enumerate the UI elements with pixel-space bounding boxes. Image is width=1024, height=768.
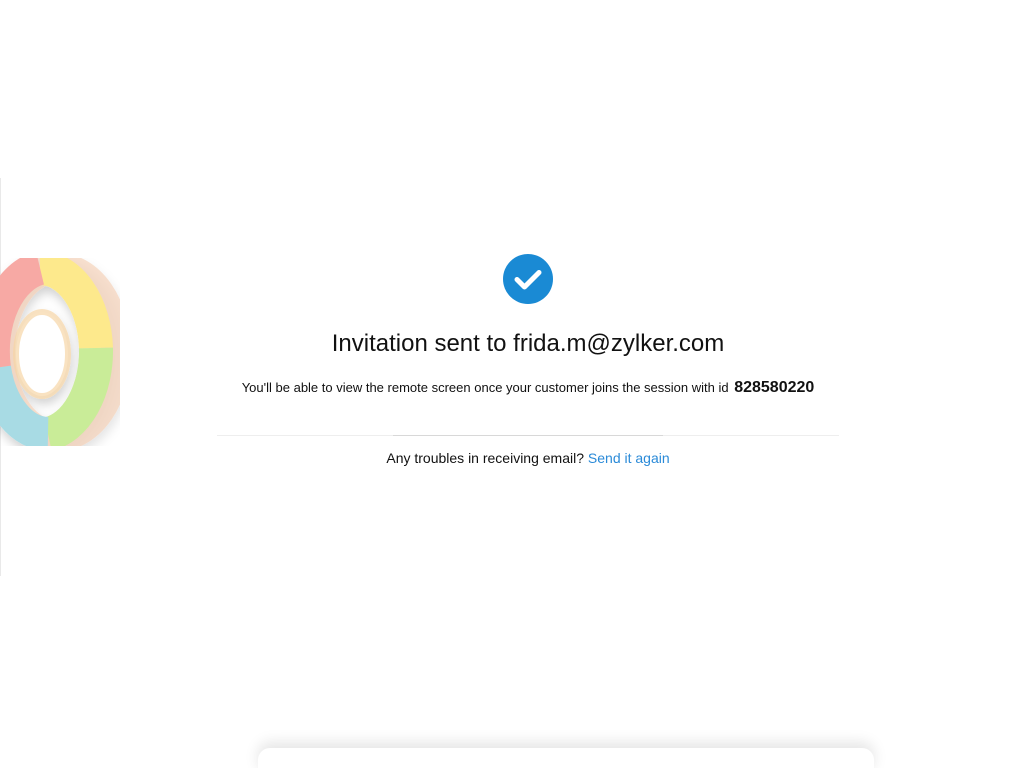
invitation-title: Invitation sent to frida.m@zylker.com [331,330,725,357]
resend-row: Any troubles in receiving email? Send it… [0,449,1024,467]
resend-prompt: Any troubles in receiving email? [386,450,585,466]
send-again-link[interactable]: Send it again [588,450,670,466]
invitation-sent-page: Invitation sent to frida.m@zylker.com Yo… [0,0,1024,768]
session-id: 828580220 [734,379,815,396]
bottom-panel-edge [258,748,874,768]
invitation-panel: Invitation sent to frida.m@zylker.com Yo… [0,254,1024,398]
check-circle-icon [503,254,553,304]
invitation-subtitle: You'll be able to view the remote screen… [0,378,1024,398]
divider-highlight [393,435,663,436]
subtitle-text: You'll be able to view the remote screen… [241,380,729,395]
